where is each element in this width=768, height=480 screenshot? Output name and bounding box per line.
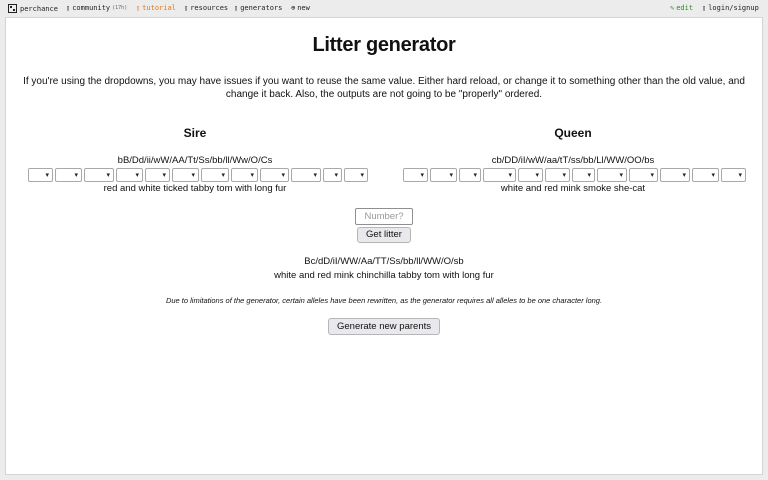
nav-brand-link[interactable]: perchance xyxy=(8,4,58,13)
chevron-down-icon: ▾ xyxy=(45,172,49,179)
chevron-down-icon: ▾ xyxy=(334,172,338,179)
chevron-down-icon: ▾ xyxy=(449,172,453,179)
sire-heading: Sire xyxy=(183,126,207,140)
sire-genotype: bB/Dd/ii/wW/AA/Tt/Ss/bb/ll/Ww/O/Cs xyxy=(117,155,273,166)
user-icon: ▯ xyxy=(702,3,707,12)
usage-notice: If you're using the dropdowns, you may h… xyxy=(23,76,745,100)
nav-tutorial-label: tutorial xyxy=(142,4,176,12)
chevron-down-icon: ▾ xyxy=(74,172,78,179)
chevron-down-icon: ▾ xyxy=(473,172,477,179)
allele-note: Due to limitations of the generator, cer… xyxy=(165,296,603,305)
sire-allele-select-10[interactable]: ▾ xyxy=(291,168,321,182)
chevron-down-icon: ▾ xyxy=(191,172,195,179)
chevron-down-icon: ▾ xyxy=(313,172,317,179)
list-icon: ▯ xyxy=(234,3,239,12)
queen-allele-select-6[interactable]: ▾ xyxy=(545,168,570,182)
queen-allele-selects: ▾ ▾ ▾ ▾ ▾ ▾ ▾ ▾ ▾ ▾ ▾ ▾ xyxy=(403,168,746,182)
page-title: Litter generator xyxy=(312,34,456,56)
generate-parents-button[interactable]: Generate new parents xyxy=(328,318,440,335)
queen-genotype: cb/DD/iI/wW/aa/tT/ss/bb/Ll/WW/OO/bs xyxy=(491,155,655,166)
queen-allele-select-9[interactable]: ▾ xyxy=(629,168,658,182)
chevron-down-icon: ▾ xyxy=(135,172,139,179)
pencil-icon: ✎ xyxy=(670,3,675,12)
chevron-down-icon: ▾ xyxy=(562,172,566,179)
chevron-down-icon: ▾ xyxy=(619,172,623,179)
nav-generators-link[interactable]: ▯ generators xyxy=(234,4,282,12)
book-icon: ▯ xyxy=(184,3,189,12)
nav-new-label: new xyxy=(297,4,310,12)
queen-allele-select-5[interactable]: ▾ xyxy=(518,168,543,182)
sire-allele-select-11[interactable]: ▾ xyxy=(323,168,342,182)
chevron-down-icon: ▾ xyxy=(106,172,110,179)
queen-allele-select-8[interactable]: ▾ xyxy=(597,168,627,182)
nav-login-label: login/signup xyxy=(708,4,759,12)
nav-brand-label: perchance xyxy=(20,4,58,13)
nav-generators-label: generators xyxy=(240,4,283,12)
sire-allele-select-4[interactable]: ▾ xyxy=(116,168,143,182)
chevron-down-icon: ▾ xyxy=(587,172,591,179)
chat-icon: ▯ xyxy=(66,3,71,12)
chevron-down-icon: ▾ xyxy=(738,172,742,179)
nav-tutorial-link[interactable]: ▯ tutorial xyxy=(136,4,176,12)
sire-allele-select-6[interactable]: ▾ xyxy=(172,168,199,182)
chevron-down-icon: ▾ xyxy=(360,172,364,179)
chevron-down-icon: ▾ xyxy=(508,172,512,179)
sire-allele-select-1[interactable]: ▾ xyxy=(28,168,53,182)
chevron-down-icon: ▾ xyxy=(250,172,254,179)
sire-allele-select-8[interactable]: ▾ xyxy=(231,168,258,182)
kitten-genotype: Bc/dD/iI/WW/Aa/TT/Ss/bb/ll/WW/O/sb xyxy=(304,256,464,267)
queen-heading: Queen xyxy=(554,126,592,140)
queen-allele-select-12[interactable]: ▾ xyxy=(721,168,746,182)
dice-icon xyxy=(8,4,17,13)
kitten-description: white and red mink chinchilla tabby tom … xyxy=(274,270,494,281)
get-litter-button[interactable]: Get litter xyxy=(357,227,411,243)
sire-allele-selects: ▾ ▾ ▾ ▾ ▾ ▾ ▾ ▾ ▾ ▾ ▾ ▾ xyxy=(28,168,368,182)
nav-resources-link[interactable]: ▯ resources xyxy=(184,4,228,12)
chevron-down-icon: ▾ xyxy=(420,172,424,179)
sire-description: red and white ticked tabby tom with long… xyxy=(103,183,287,194)
nav-resources-label: resources xyxy=(190,4,229,12)
chevron-down-icon: ▾ xyxy=(682,172,686,179)
queen-allele-select-4[interactable]: ▾ xyxy=(483,168,516,182)
nav-new-link[interactable]: ⊕ new xyxy=(291,4,310,12)
queen-description: white and red mink smoke she-cat xyxy=(500,183,646,194)
top-navigation: perchance ▯ community (17h) ▯ tutorial ▯… xyxy=(0,0,768,17)
nav-community-count: (17h) xyxy=(112,5,128,11)
queen-allele-select-2[interactable]: ▾ xyxy=(430,168,457,182)
queen-allele-select-7[interactable]: ▾ xyxy=(572,168,595,182)
book-icon: ▯ xyxy=(136,3,141,12)
sire-allele-select-5[interactable]: ▾ xyxy=(145,168,170,182)
nav-community-label: community xyxy=(72,4,111,12)
sire-allele-select-12[interactable]: ▾ xyxy=(344,168,368,182)
litter-size-input[interactable]: Number? xyxy=(355,208,413,225)
chevron-down-icon: ▾ xyxy=(711,172,715,179)
chevron-down-icon: ▾ xyxy=(650,172,654,179)
queen-allele-select-11[interactable]: ▾ xyxy=(692,168,719,182)
sire-allele-select-9[interactable]: ▾ xyxy=(260,168,289,182)
nav-community-link[interactable]: ▯ community (17h) xyxy=(66,4,127,12)
nav-login-link[interactable]: ▯ login/signup xyxy=(702,4,759,12)
chevron-down-icon: ▾ xyxy=(162,172,166,179)
sire-allele-select-7[interactable]: ▾ xyxy=(201,168,229,182)
chevron-down-icon: ▾ xyxy=(281,172,285,179)
chevron-down-icon: ▾ xyxy=(535,172,539,179)
nav-edit-label: edit xyxy=(676,4,694,12)
queen-allele-select-10[interactable]: ▾ xyxy=(660,168,690,182)
queen-allele-select-3[interactable]: ▾ xyxy=(459,168,481,182)
nav-edit-link[interactable]: ✎ edit xyxy=(670,4,693,12)
plus-circle-icon: ⊕ xyxy=(291,3,296,12)
sire-allele-select-2[interactable]: ▾ xyxy=(55,168,82,182)
chevron-down-icon: ▾ xyxy=(221,172,225,179)
sire-allele-select-3[interactable]: ▾ xyxy=(84,168,114,182)
queen-allele-select-1[interactable]: ▾ xyxy=(403,168,428,182)
